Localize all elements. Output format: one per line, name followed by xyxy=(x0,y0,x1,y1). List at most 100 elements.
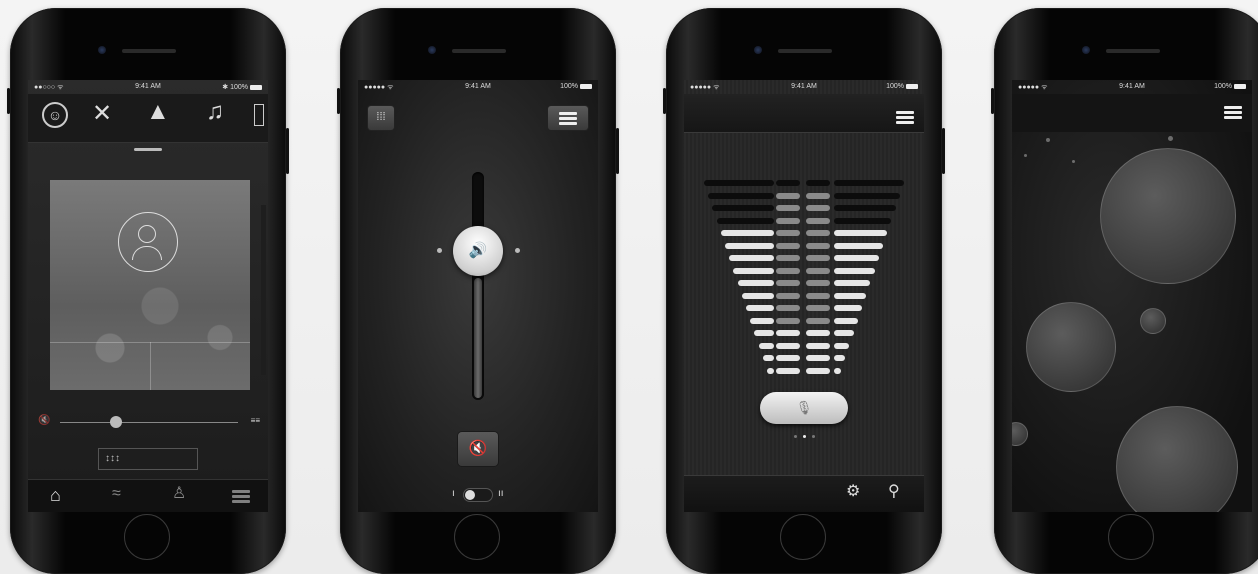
page-dot[interactable] xyxy=(794,435,797,438)
eq-bar xyxy=(716,217,774,224)
home-button[interactable] xyxy=(780,514,826,560)
menu-icon[interactable] xyxy=(896,111,914,124)
eq-bar xyxy=(758,342,774,349)
refresh-user-icon[interactable] xyxy=(118,212,178,272)
mute-icon: 🔇 xyxy=(468,440,488,457)
eq-bar xyxy=(737,280,774,286)
category-bar: ☺ ✕ ▲ ♫ xyxy=(28,94,268,143)
eq-bar xyxy=(834,180,904,186)
bubble[interactable] xyxy=(1140,308,1166,334)
eq-bar xyxy=(712,205,774,211)
footer: ⚙ ⚲ xyxy=(684,475,924,512)
earpiece xyxy=(778,49,832,53)
equalizer-label: ↕↕↕ xyxy=(105,453,120,464)
link-icon[interactable]: ⚲ xyxy=(888,484,900,500)
eq-bar xyxy=(834,292,867,299)
eq-bar xyxy=(750,317,774,324)
eq-bar xyxy=(806,230,830,236)
levels-icon: ≡≡ xyxy=(250,416,260,425)
eq-bar xyxy=(834,305,862,311)
phone-4: ●●●●● ᯤ 9:41 AM 100% xyxy=(991,8,1258,574)
tree-icon[interactable]: ▲ xyxy=(146,100,170,124)
eq-bar xyxy=(776,230,800,236)
volume-knob[interactable] xyxy=(110,416,122,428)
front-camera xyxy=(754,46,762,54)
volume-min-dot xyxy=(437,248,442,253)
eq-bar xyxy=(806,367,830,374)
user-icon[interactable]: ♙ xyxy=(172,486,186,502)
eq-bar xyxy=(720,230,774,236)
volume-knob[interactable]: 🔊 xyxy=(453,226,503,276)
eq-bar xyxy=(733,267,774,274)
bubble[interactable] xyxy=(1026,302,1116,392)
eq-bar xyxy=(834,192,900,199)
volume-icon: 🔊 xyxy=(468,242,488,259)
eq-bar xyxy=(806,342,830,349)
front-camera xyxy=(98,46,106,54)
menu-icon[interactable] xyxy=(1224,106,1242,119)
phone-1: ●●○○○ ᯤ 9:41 AM ✱ 100% ☺ ✕ ▲ ♫ 🔇 ≡≡ ↕↕↕ … xyxy=(7,8,289,574)
battery: 100% xyxy=(886,83,918,90)
person-circle-icon[interactable]: ☺ xyxy=(42,102,68,128)
front-camera xyxy=(428,46,436,54)
home-icon[interactable]: ⌂ xyxy=(50,486,61,504)
volume-slider[interactable] xyxy=(60,422,238,423)
sparkle xyxy=(1168,136,1173,141)
toggle-right-label: ıı xyxy=(498,488,504,499)
eq-bar xyxy=(834,330,854,336)
profile-photo xyxy=(50,180,250,390)
status-bar: ●●○○○ ᯤ 9:41 AM ✱ 100% xyxy=(28,80,268,94)
eq-bar xyxy=(776,242,800,249)
menu-icon xyxy=(559,112,577,125)
menu-icon[interactable] xyxy=(232,490,250,503)
bubble[interactable] xyxy=(1100,148,1236,284)
mute-button[interactable]: 🔇 xyxy=(458,432,498,466)
mode-toggle[interactable] xyxy=(463,488,493,502)
equalizer-button[interactable]: ↕↕↕ xyxy=(98,448,198,470)
eq-bar xyxy=(776,355,800,361)
eq-bar xyxy=(776,192,800,199)
sparkle xyxy=(1072,160,1075,163)
eq-bar xyxy=(754,330,774,336)
earpiece xyxy=(1106,49,1160,53)
music-note-icon[interactable]: ♫ xyxy=(206,100,224,124)
eq-bar xyxy=(746,305,774,311)
mute-icon[interactable]: 🔇 xyxy=(38,416,50,426)
eq-bar xyxy=(806,180,830,186)
page-dot[interactable] xyxy=(812,435,815,438)
eq-bar xyxy=(834,255,879,261)
handle[interactable] xyxy=(134,148,162,151)
home-button[interactable] xyxy=(454,514,500,560)
grid-button[interactable]: ⁞⁞⁞ xyxy=(368,106,394,130)
eq-bar xyxy=(776,292,800,299)
eq-bar xyxy=(806,192,830,199)
eq-bar xyxy=(834,217,892,224)
sparkle xyxy=(1046,138,1050,142)
page-dot-active[interactable] xyxy=(803,435,806,438)
home-button[interactable] xyxy=(1108,514,1154,560)
eq-bar xyxy=(834,205,896,211)
fork-knife-icon[interactable]: ✕ xyxy=(92,102,112,126)
eq-bar xyxy=(776,305,800,311)
menu-button[interactable] xyxy=(548,106,588,130)
phone-3: ●●●●● ᯤ 9:41 AM 100% 🎙 ⚙ ⚲ xyxy=(663,8,945,574)
microphone-button[interactable]: 🎙 xyxy=(760,392,848,424)
eq-bar xyxy=(834,280,871,286)
status-bar: ●●●●● ᯤ 9:41 AM 100% xyxy=(684,80,924,94)
eq-bar xyxy=(806,267,830,274)
eq-bar xyxy=(776,255,800,261)
bubble[interactable] xyxy=(1116,406,1238,512)
gear-icon[interactable]: ⚙ xyxy=(846,484,860,500)
eq-bar xyxy=(834,267,875,274)
bubble[interactable] xyxy=(1012,422,1028,446)
eq-bar xyxy=(806,355,830,361)
wifi-icon[interactable]: ≈ xyxy=(112,486,121,502)
eq-bar xyxy=(806,317,830,324)
home-button[interactable] xyxy=(124,514,170,560)
phone-2: ●●●●● ᯤ 9:41 AM 100% ⁞⁞⁞ 🔊 🔇 ı ıı xyxy=(337,8,619,574)
toggle-left-label: ı xyxy=(452,488,455,499)
speaker-icon[interactable] xyxy=(254,104,264,126)
scrollbar[interactable] xyxy=(261,205,266,375)
eq-bar xyxy=(806,205,830,211)
eq-bar xyxy=(729,255,774,261)
